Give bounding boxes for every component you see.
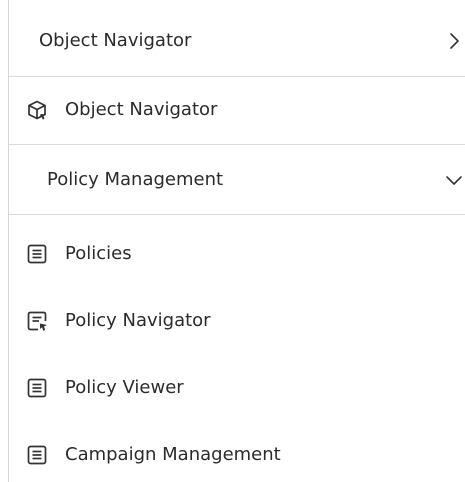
nav-item-label: Policy Viewer xyxy=(65,377,184,398)
section-header-label: Policy Management xyxy=(47,168,224,190)
document-list-icon xyxy=(26,243,48,265)
nav-item-object-navigator[interactable]: Object Navigator xyxy=(9,77,465,143)
nav-item-label: Object Navigator xyxy=(65,99,218,120)
nav-item-label: Policy Navigator xyxy=(65,310,211,331)
nav-item-campaign-management[interactable]: Campaign Management xyxy=(9,422,465,482)
section-header-object-navigator[interactable]: Object Navigator xyxy=(9,5,465,77)
cube-icon xyxy=(26,99,48,121)
nav-item-label: Policies xyxy=(65,243,132,264)
document-navigate-icon xyxy=(26,310,48,332)
navigation-panel: Object Navigator Object Navigator Policy… xyxy=(0,0,465,482)
nav-item-policies[interactable]: Policies xyxy=(9,221,465,287)
document-list-icon xyxy=(26,377,48,399)
nav-item-label: Campaign Management xyxy=(65,444,281,465)
chevron-right-icon xyxy=(443,30,465,52)
section-header-label: Object Navigator xyxy=(39,29,192,51)
section-header-policy-management[interactable]: Policy Management xyxy=(9,144,465,215)
chevron-down-icon xyxy=(443,169,465,191)
nav-item-policy-navigator[interactable]: Policy Navigator xyxy=(9,288,465,354)
document-list-icon xyxy=(26,444,48,466)
nav-item-policy-viewer[interactable]: Policy Viewer xyxy=(9,355,465,421)
